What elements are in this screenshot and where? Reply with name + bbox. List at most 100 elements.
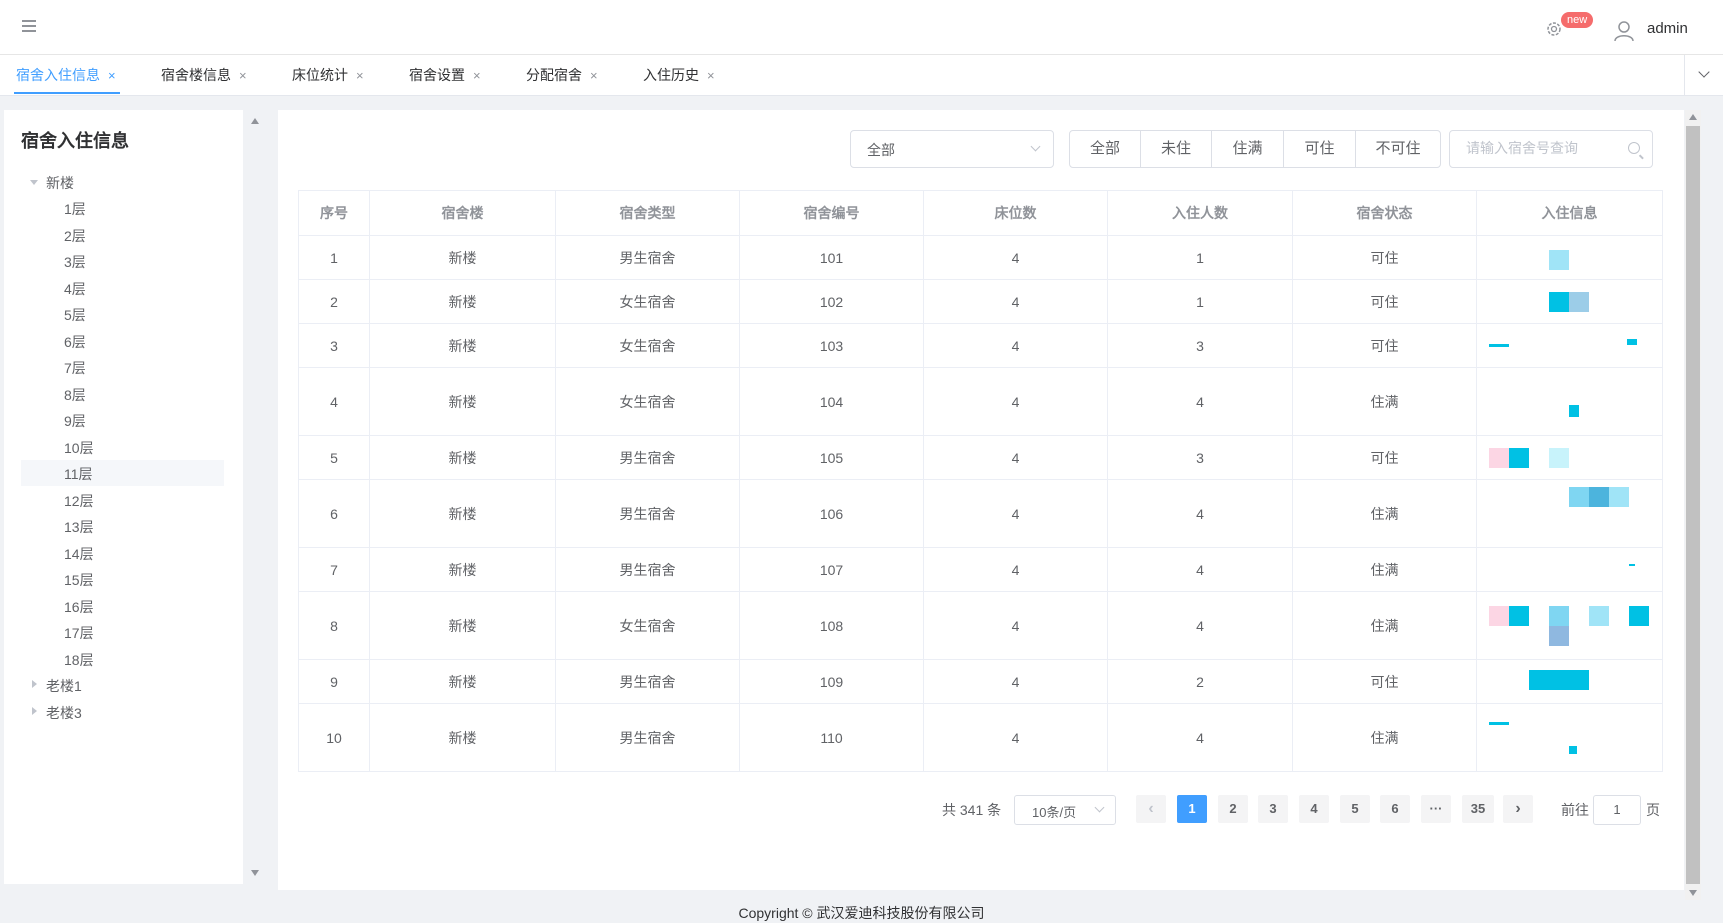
table-row[interactable]: 1 新楼 男生宿舍 101 4 1 可住 bbox=[298, 235, 1663, 280]
column-header[interactable]: 入住信息 bbox=[1476, 190, 1663, 236]
occupant-avatar[interactable] bbox=[1589, 487, 1609, 507]
cell-checkin-info[interactable] bbox=[1476, 435, 1663, 480]
tree-node-floor[interactable]: 4层 bbox=[64, 279, 86, 299]
tree-node-floor[interactable]: 3层 bbox=[64, 252, 86, 272]
occupant-avatar[interactable] bbox=[1627, 339, 1637, 345]
tree-node-floor[interactable]: 1层 bbox=[64, 199, 86, 219]
occupant-avatar[interactable] bbox=[1569, 487, 1589, 507]
occupant-avatar[interactable] bbox=[1609, 487, 1629, 507]
column-header[interactable]: 宿舍状态 bbox=[1292, 190, 1477, 236]
occupant-avatar[interactable] bbox=[1489, 722, 1509, 725]
page-button[interactable]: 6 bbox=[1380, 795, 1410, 823]
occupant-avatar[interactable] bbox=[1629, 606, 1649, 626]
building-select[interactable]: 全部 bbox=[850, 130, 1054, 168]
expand-arrow-icon[interactable] bbox=[32, 707, 37, 715]
page-button[interactable]: 1 bbox=[1177, 795, 1207, 823]
cell-checkin-info[interactable] bbox=[1476, 479, 1663, 548]
table-row[interactable]: 2 新楼 女生宿舍 102 4 1 可住 bbox=[298, 279, 1663, 324]
tab-close-icon[interactable]: × bbox=[707, 68, 715, 83]
username[interactable]: admin bbox=[1647, 20, 1688, 37]
tree-node-floor[interactable]: 10层 bbox=[64, 438, 94, 458]
occupant-avatar[interactable] bbox=[1489, 606, 1509, 626]
tree-node-floor[interactable]: 18层 bbox=[64, 650, 94, 670]
column-header[interactable]: 宿舍楼 bbox=[369, 190, 556, 236]
scroll-down-icon[interactable] bbox=[251, 870, 259, 876]
tab-building-info[interactable]: 宿舍楼信息 × bbox=[161, 65, 247, 85]
filter-available-button[interactable]: 可住 bbox=[1283, 130, 1356, 168]
occupant-avatar[interactable] bbox=[1489, 448, 1509, 468]
more-pages-button[interactable]: ··· bbox=[1421, 795, 1451, 823]
tab-checkin-history[interactable]: 入住历史 × bbox=[643, 65, 715, 85]
table-row[interactable]: 3 新楼 女生宿舍 103 4 3 可住 bbox=[298, 323, 1663, 368]
tree-node-new-building[interactable]: 新楼 bbox=[46, 173, 74, 193]
occupant-avatar[interactable] bbox=[1629, 564, 1635, 566]
occupant-avatar[interactable] bbox=[1549, 606, 1569, 626]
next-page-button[interactable]: › bbox=[1503, 795, 1533, 823]
cell-checkin-info[interactable] bbox=[1476, 279, 1663, 324]
occupant-avatar[interactable] bbox=[1589, 606, 1609, 626]
occupant-avatar[interactable] bbox=[1549, 292, 1569, 312]
tree-node-floor[interactable]: 8层 bbox=[64, 385, 86, 405]
tree-node-floor[interactable]: 5层 bbox=[64, 305, 86, 325]
settings-gear-icon[interactable] bbox=[1545, 20, 1563, 38]
occupant-avatar[interactable] bbox=[1509, 448, 1529, 468]
cell-checkin-info[interactable] bbox=[1476, 591, 1663, 660]
page-size-select[interactable]: 10条/页 bbox=[1014, 795, 1116, 825]
tree-node-floor[interactable]: 2层 bbox=[64, 226, 86, 246]
tab-dorm-settings[interactable]: 宿舍设置 × bbox=[409, 65, 481, 85]
occupant-avatar[interactable] bbox=[1549, 448, 1569, 468]
tab-close-icon[interactable]: × bbox=[108, 68, 116, 83]
occupant-avatar[interactable] bbox=[1529, 670, 1589, 690]
table-row[interactable]: 9 新楼 男生宿舍 109 4 2 可住 bbox=[298, 659, 1663, 704]
filter-full-button[interactable]: 住满 bbox=[1211, 130, 1284, 168]
tree-node-floor[interactable]: 12层 bbox=[64, 491, 94, 511]
filter-all-button[interactable]: 全部 bbox=[1069, 130, 1141, 168]
cell-checkin-info[interactable] bbox=[1476, 323, 1663, 368]
occupant-avatar[interactable] bbox=[1569, 292, 1589, 312]
column-header[interactable]: 入住人数 bbox=[1107, 190, 1293, 236]
cell-checkin-info[interactable] bbox=[1476, 703, 1663, 772]
page-button[interactable]: 35 bbox=[1462, 795, 1494, 823]
tree-node-floor[interactable]: 15层 bbox=[64, 570, 94, 590]
tab-close-icon[interactable]: × bbox=[239, 68, 247, 83]
occupant-avatar[interactable] bbox=[1549, 250, 1569, 270]
tree-node-floor[interactable]: 14层 bbox=[64, 544, 94, 564]
occupant-avatar[interactable] bbox=[1489, 344, 1509, 347]
page-button[interactable]: 4 bbox=[1299, 795, 1329, 823]
tree-node-old-building-3[interactable]: 老楼3 bbox=[46, 703, 82, 723]
tree-node-floor[interactable]: 16层 bbox=[64, 597, 94, 617]
tab-bed-stats[interactable]: 床位统计 × bbox=[292, 65, 364, 85]
occupant-avatar[interactable] bbox=[1569, 405, 1579, 417]
column-header[interactable]: 床位数 bbox=[923, 190, 1108, 236]
occupant-avatar[interactable] bbox=[1569, 746, 1577, 754]
tree-node-floor[interactable]: 6层 bbox=[64, 332, 86, 352]
cell-checkin-info[interactable] bbox=[1476, 659, 1663, 704]
column-header[interactable]: 宿舍编号 bbox=[739, 190, 924, 236]
scrollbar-thumb[interactable] bbox=[1686, 126, 1700, 884]
tab-more-button[interactable] bbox=[1684, 55, 1723, 95]
scroll-down-icon[interactable] bbox=[1689, 890, 1697, 896]
menu-toggle-icon[interactable] bbox=[22, 20, 36, 34]
expand-arrow-icon[interactable] bbox=[32, 680, 37, 688]
tab-close-icon[interactable]: × bbox=[590, 68, 598, 83]
table-row[interactable]: 8 新楼 女生宿舍 108 4 4 住满 bbox=[298, 591, 1663, 660]
filter-vacant-button[interactable]: 未住 bbox=[1140, 130, 1212, 168]
cell-checkin-info[interactable] bbox=[1476, 367, 1663, 436]
scroll-up-icon[interactable] bbox=[1689, 114, 1697, 120]
tree-node-old-building-1[interactable]: 老楼1 bbox=[46, 676, 82, 696]
cell-checkin-info[interactable] bbox=[1476, 547, 1663, 592]
filter-unavailable-button[interactable]: 不可住 bbox=[1355, 130, 1441, 168]
tree-node-floor[interactable]: 7层 bbox=[64, 358, 86, 378]
search-input[interactable] bbox=[1464, 139, 1618, 157]
column-header[interactable]: 序号 bbox=[298, 190, 370, 236]
tab-checkin-info[interactable]: 宿舍入住信息 × bbox=[16, 65, 116, 85]
tree-node-floor[interactable]: 13层 bbox=[64, 517, 94, 537]
tree-node-floor[interactable]: 11层 bbox=[64, 464, 93, 484]
page-button[interactable]: 2 bbox=[1218, 795, 1248, 823]
table-row[interactable]: 6 新楼 男生宿舍 106 4 4 住满 bbox=[298, 479, 1663, 548]
expand-arrow-icon[interactable] bbox=[30, 180, 38, 185]
occupant-avatar[interactable] bbox=[1549, 626, 1569, 646]
room-search-box[interactable] bbox=[1449, 130, 1653, 168]
search-icon[interactable] bbox=[1628, 142, 1640, 154]
table-row[interactable]: 5 新楼 男生宿舍 105 4 3 可住 bbox=[298, 435, 1663, 480]
